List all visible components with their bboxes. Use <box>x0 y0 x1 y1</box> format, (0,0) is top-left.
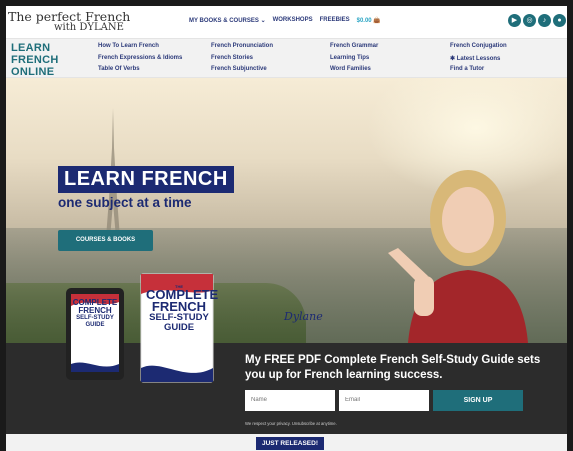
just-released-badge[interactable]: JUST RELEASED! <box>256 437 324 450</box>
email-input[interactable] <box>339 390 429 411</box>
instagram-icon[interactable]: ◎ <box>523 14 536 27</box>
logo-line-2: with DYLANE <box>54 22 124 33</box>
book-cover-title: THE COMPLETE FRENCH SELF-STUDY GUIDE <box>146 284 218 333</box>
topic-nav-bar: LEARN FRENCH ONLINE How To Learn French … <box>6 38 567 78</box>
signup-headline: My FREE PDF Complete French Self-Study G… <box>245 354 541 381</box>
nav-workshops[interactable]: WORKSHOPS <box>273 17 313 24</box>
topic-link[interactable]: Learning Tips <box>330 55 450 67</box>
tablet-title-line: GUIDE <box>85 322 105 328</box>
courses-books-button[interactable]: COURSES & BOOKS <box>58 230 153 251</box>
dylane-signature: Dylane <box>284 310 323 323</box>
brand-line-3: ONLINE <box>11 66 55 78</box>
book-title-line: GUIDE <box>163 322 195 333</box>
site-logo[interactable]: The perfect French with DYLANE <box>8 9 130 37</box>
topic-links: How To Learn French French Pronunciation… <box>98 43 560 78</box>
topic-link[interactable]: French Pronunciation <box>211 43 330 55</box>
top-nav: MY BOOKS & COURSES ⌄ WORKSHOPS FREEBIES … <box>189 17 381 24</box>
topic-link[interactable]: ✱ Latest Lessons <box>450 55 560 67</box>
topic-link[interactable]: Word Families <box>330 66 450 78</box>
hero-title: LEARN FRENCH <box>64 168 228 190</box>
learn-french-online-brand[interactable]: LEARN FRENCH ONLINE <box>11 42 59 78</box>
nav-books-courses[interactable]: MY BOOKS & COURSES ⌄ <box>189 17 266 24</box>
site-header: The perfect French with DYLANE MY BOOKS … <box>6 6 567 38</box>
topic-link[interactable]: Table Of Verbs <box>98 66 211 78</box>
topic-link[interactable]: Find a Tutor <box>450 66 560 78</box>
topic-link[interactable]: French Subjunctive <box>211 66 330 78</box>
privacy-note: We respect your privacy. Unsubscribe at … <box>245 421 337 426</box>
topic-link[interactable]: French Stories <box>211 55 330 67</box>
hero-subtitle: one subject at a time <box>58 195 192 210</box>
tablet-title-line: SELF-STUDY <box>76 315 114 321</box>
social-links: ▶ ◎ ♪ ● <box>508 14 566 27</box>
tablet-cover-title: COMPLETE FRENCH SELF-STUDY GUIDE <box>72 299 118 329</box>
brand-line-2: FRENCH <box>11 54 59 66</box>
sign-up-button[interactable]: SIGN UP <box>433 390 523 411</box>
release-strip: JUST RELEASED! <box>6 434 567 451</box>
tiktok-icon[interactable]: ♪ <box>538 14 551 27</box>
youtube-icon[interactable]: ▶ <box>508 14 521 27</box>
hero-title-box: LEARN FRENCH <box>58 166 234 193</box>
topic-link[interactable]: French Conjugation <box>450 43 560 55</box>
page: The perfect French with DYLANE MY BOOKS … <box>6 6 567 451</box>
nav-cart[interactable]: $0.00 👜 <box>357 17 381 24</box>
dylane-portrait <box>388 170 528 343</box>
topic-link[interactable]: French Expressions & Idioms <box>98 55 211 67</box>
topic-link[interactable]: How To Learn French <box>98 43 211 55</box>
account-icon[interactable]: ● <box>553 14 566 27</box>
tablet-title-line: FRENCH <box>78 306 112 315</box>
brand-line-1: LEARN <box>11 42 51 54</box>
name-input[interactable] <box>245 390 335 411</box>
topic-link[interactable]: French Grammar <box>330 43 450 55</box>
nav-freebies[interactable]: FREEBIES <box>320 17 350 24</box>
